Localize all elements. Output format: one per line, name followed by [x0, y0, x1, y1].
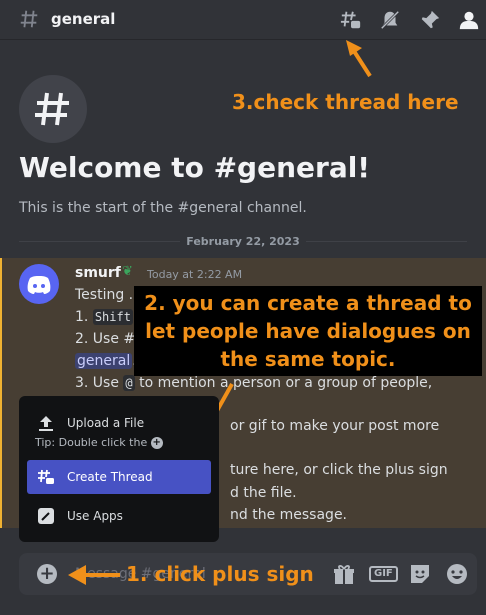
channel-hash-icon	[20, 10, 38, 28]
line-2-prefix: 1.	[75, 309, 93, 325]
discord-logo-icon	[27, 276, 51, 294]
menu-item-create-thread[interactable]: Create Thread	[27, 460, 211, 494]
annotation-step-3: 3.check thread here	[232, 90, 459, 114]
at-code: @	[123, 375, 135, 391]
annotation-step-1: 1. click plus sign	[126, 562, 314, 586]
welcome-title: Welcome to #general!	[19, 151, 371, 184]
welcome-subtitle: This is the start of the #general channe…	[19, 200, 307, 216]
message-timestamp: Today at 2:22 AM	[147, 268, 243, 281]
menu-item-label: Use Apps	[67, 509, 123, 523]
attach-plus-button[interactable]: +	[37, 564, 57, 584]
sticker-icon[interactable]	[408, 563, 432, 585]
upload-icon	[39, 416, 53, 431]
popup-tip: Tip: Double click the +	[35, 436, 163, 449]
message-line-2: 1. Shift	[75, 309, 133, 325]
welcome-hash-icon	[19, 75, 87, 143]
message-author[interactable]: smurf	[75, 265, 121, 281]
pin-icon[interactable]	[419, 9, 441, 31]
menu-item-label: Create Thread	[67, 470, 153, 484]
shift-code: Shift	[92, 309, 133, 325]
message-line-4: general.	[75, 353, 137, 369]
date-divider-label: February 22, 2023	[180, 235, 306, 248]
notification-muted-icon[interactable]	[379, 9, 401, 31]
thread-icon	[38, 469, 54, 484]
message-line-5: 3. Use @ to mention a person or a group …	[75, 375, 432, 391]
attachment-popup-menu: Upload a File Tip: Double click the + Cr…	[19, 396, 219, 542]
message-line-1: Testing ..	[75, 287, 138, 303]
sprout-icon: ❦	[122, 264, 133, 279]
threads-icon[interactable]	[340, 9, 362, 31]
message-line-7: ture here, or click the plus sign	[230, 462, 448, 478]
annotation-arrow-3	[346, 40, 372, 78]
channel-title: general	[51, 10, 116, 28]
popup-tip-text: Tip: Double click the	[35, 436, 148, 449]
message-line-9: nd the message.	[230, 507, 348, 523]
menu-item-use-apps[interactable]: Use Apps	[27, 499, 211, 533]
apps-icon	[38, 508, 54, 524]
message-line-8: d the file.	[230, 485, 297, 501]
date-divider: February 22, 2023	[0, 235, 486, 248]
annotation-arrow-1	[68, 565, 120, 585]
message-line-3: 2. Use #	[75, 331, 136, 347]
line-5-prefix: 3. Use	[75, 375, 124, 391]
channel-header: general	[0, 0, 486, 40]
annotation-step-2: 2. you can create a thread to let people…	[134, 286, 482, 376]
gift-icon[interactable]	[332, 563, 356, 585]
emoji-icon[interactable]	[445, 563, 469, 585]
channel-mention[interactable]: general	[75, 353, 133, 369]
avatar[interactable]	[19, 264, 59, 304]
menu-item-upload-file[interactable]: Upload a File	[27, 406, 211, 440]
member-list-icon[interactable]	[458, 9, 480, 31]
menu-item-label: Upload a File	[67, 416, 145, 430]
gif-button[interactable]: GIF	[369, 566, 398, 582]
message-line-6: or gif to make your post more	[230, 418, 440, 434]
plus-circle-icon: +	[150, 437, 163, 449]
